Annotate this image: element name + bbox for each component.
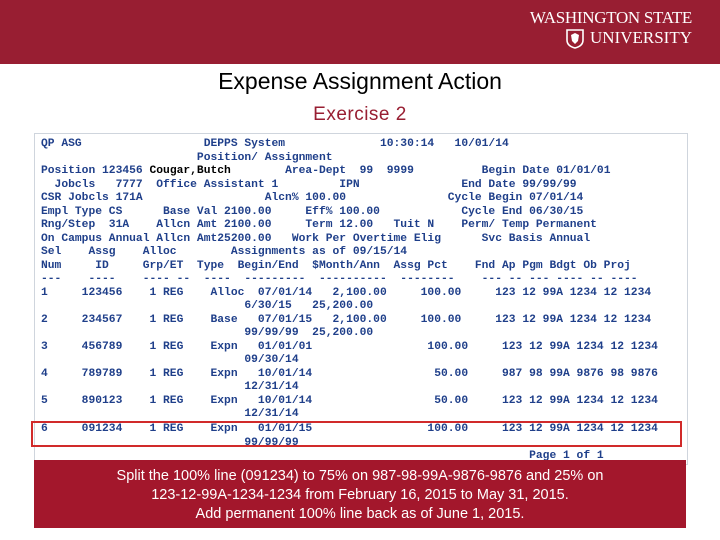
screen-line-6: Empl Type CS Base Val 2100.00 Eff% 100.0… xyxy=(41,205,584,218)
slide-subtitle: Exercise 2 xyxy=(313,104,407,125)
header-banner: WASHINGTON STATE UNIVERSITY xyxy=(0,0,720,64)
screen-line-3: Position 123456 Cougar,Butch Area-Dept 9… xyxy=(41,165,610,178)
column-divider-line: --- ---- ---- -- ---- --------- --------… xyxy=(41,273,638,285)
column-header-line-2: Num ID Grp/ET Type Begin/End $Month/Ann … xyxy=(41,259,631,272)
wsu-logo: WASHINGTON STATE UNIVERSITY xyxy=(530,8,692,52)
cougar-seal-icon xyxy=(566,29,584,49)
screen-line-8: On Campus Annual Allcn Amt25200.00 Work … xyxy=(41,232,591,245)
assignment-row-4: 4 789789 1 REG Expn 10/01/14 50.00 987 9… xyxy=(41,367,658,380)
terminal-screen: QP ASG DEPPS System 10:30:14 10/01/14 Po… xyxy=(34,133,688,465)
highlighted-row-box xyxy=(31,421,682,447)
instruction-caption: Split the 100% line (091234) to 75% on 9… xyxy=(34,460,686,528)
assignment-row-2-sub: 99/99/99 25,200.00 xyxy=(41,327,374,339)
caption-line-3: Add permanent 100% line back as of June … xyxy=(195,506,525,522)
assignment-row-5: 5 890123 1 REG Expn 10/01/14 50.00 123 1… xyxy=(41,394,658,407)
employee-name: Cougar,Butch xyxy=(142,165,231,177)
caption-line-1: Split the 100% line (091234) to 75% on 9… xyxy=(116,468,604,484)
assignment-row-3-sub: 09/30/14 xyxy=(41,354,299,366)
assignment-row-4-sub: 12/31/14 xyxy=(41,381,299,393)
caption-line-2: 123-12-99A-1234-1234 from February 16, 2… xyxy=(151,487,569,503)
slide-title: Expense Assignment Action xyxy=(218,68,502,94)
position-label: Position 123456 xyxy=(41,165,143,177)
screen-line-2: Position/ Assignment xyxy=(41,151,333,164)
screen-line-1: QP ASG DEPPS System 10:30:14 10/01/14 xyxy=(41,138,509,150)
logo-line-1: WASHINGTON STATE xyxy=(529,8,692,27)
column-header-line-1: Sel Assg Alloc Assignments as of 09/15/1… xyxy=(41,246,408,258)
assignment-row-3: 3 456789 1 REG Expn 01/01/01 100.00 123 … xyxy=(41,340,658,353)
screen-line-4: Jobcls 7777 Office Assistant 1 IPN End D… xyxy=(41,178,577,191)
assignment-row-5-sub: 12/31/14 xyxy=(41,408,299,420)
area-dept-and-begin: Area-Dept 99 9999 Begin Date 01/01/01 xyxy=(230,165,611,177)
screen-line-7: Rng/Step 31A Allcn Amt 2100.00 Term 12.0… xyxy=(41,219,597,231)
logo-line-2: UNIVERSITY xyxy=(590,28,692,47)
assignment-row-1: 1 123456 1 REG Alloc 07/01/14 2,100.00 1… xyxy=(41,286,652,299)
assignment-row-1-sub: 6/30/15 25,200.00 xyxy=(41,300,374,312)
screen-line-5: CSR Jobcls 171A Alcn% 100.00 Cycle Begin… xyxy=(41,192,584,204)
assignment-row-2: 2 234567 1 REG Base 07/01/15 2,100.00 10… xyxy=(41,313,652,326)
